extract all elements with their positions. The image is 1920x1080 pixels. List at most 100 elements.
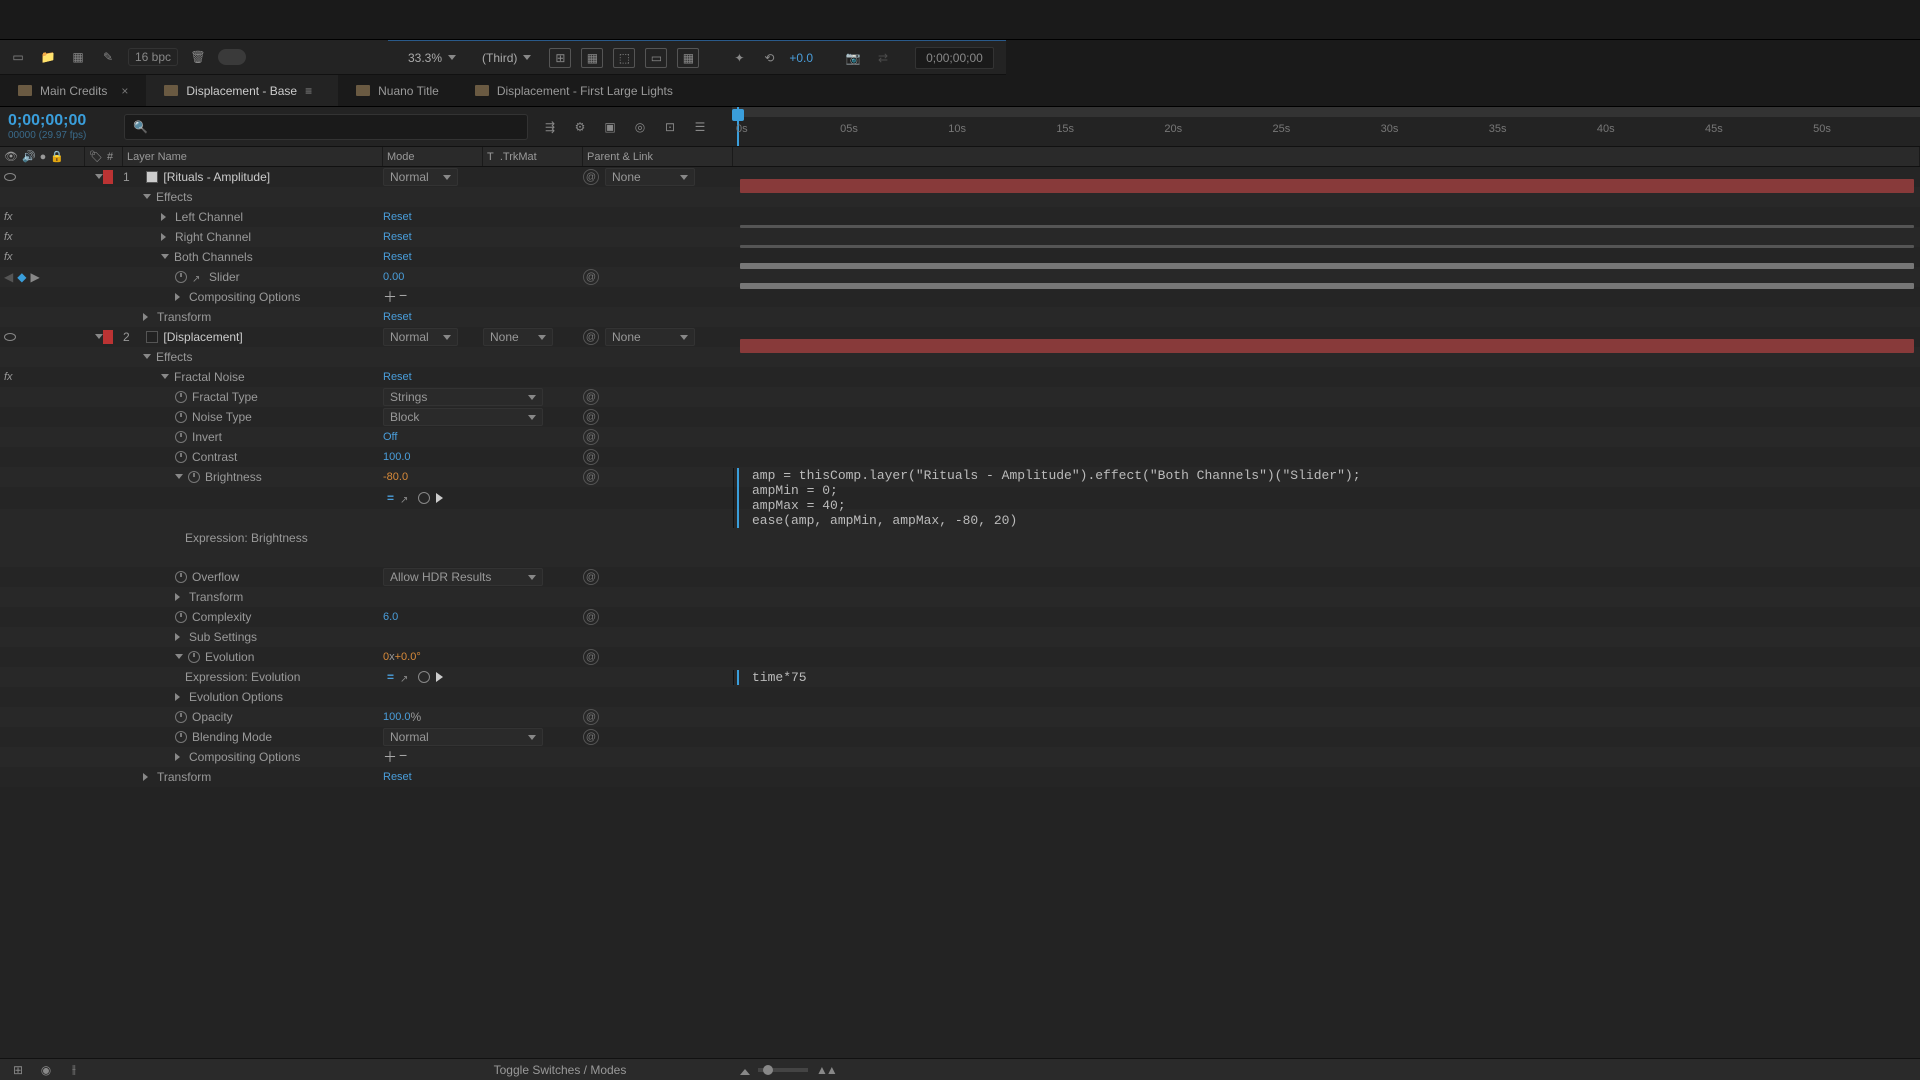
property-value[interactable]: 0.00: [383, 271, 404, 283]
twirl-icon[interactable]: [175, 633, 184, 641]
property-group[interactable]: Evolution Options: [189, 690, 283, 704]
twirl-icon[interactable]: [161, 213, 170, 221]
parent-dropdown[interactable]: None: [605, 168, 695, 186]
expression-code[interactable]: time*75: [740, 670, 807, 685]
twirl-icon[interactable]: [175, 753, 184, 761]
blend-mode-dropdown[interactable]: Normal: [383, 168, 458, 186]
prev-key-icon[interactable]: ◀: [4, 270, 13, 284]
pickwhip-icon[interactable]: @: [583, 269, 599, 285]
motion-blur-icon[interactable]: ⊡: [660, 117, 680, 137]
twirl-icon[interactable]: [143, 773, 152, 781]
toggle-modes-icon[interactable]: ◉: [36, 1060, 56, 1080]
twirl-icon[interactable]: [175, 693, 184, 701]
effect-name[interactable]: Fractal Noise: [174, 370, 245, 384]
twirl-icon[interactable]: [175, 293, 184, 301]
toggle-in-out-icon[interactable]: ⫲: [64, 1060, 84, 1080]
draft3d-icon[interactable]: ⚙: [570, 117, 590, 137]
mask-toggle-icon[interactable]: ⬚: [613, 48, 635, 68]
property-name[interactable]: Brightness: [205, 470, 262, 484]
overflow-dropdown[interactable]: Allow HDR Results: [383, 568, 543, 586]
reset-link[interactable]: Reset: [383, 251, 412, 263]
add-remove-buttons[interactable]: ＋−: [383, 747, 407, 767]
pickwhip-icon[interactable]: @: [583, 609, 599, 625]
stopwatch-icon[interactable]: [175, 391, 187, 403]
effects-group[interactable]: Effects: [156, 350, 192, 364]
stopwatch-icon[interactable]: [175, 451, 187, 463]
compositing-options[interactable]: Compositing Options: [189, 290, 300, 304]
expression-enable-icon[interactable]: =: [387, 670, 394, 684]
stopwatch-icon[interactable]: [175, 571, 187, 583]
twirl-icon[interactable]: [143, 354, 151, 363]
current-timecode[interactable]: 0;00;00;00: [8, 112, 112, 130]
reset-link[interactable]: Reset: [383, 311, 412, 323]
property-name[interactable]: Noise Type: [192, 410, 252, 424]
property-name[interactable]: Fractal Type: [192, 390, 258, 404]
stopwatch-icon[interactable]: [175, 611, 187, 623]
layer-color-chip[interactable]: [103, 170, 113, 184]
pickwhip-icon[interactable]: @: [583, 429, 599, 445]
noise-type-dropdown[interactable]: Block: [383, 408, 543, 426]
compositing-options[interactable]: Compositing Options: [189, 750, 300, 764]
tab-displacement-lights[interactable]: Displacement - First Large Lights: [457, 75, 691, 106]
grid-toggle-icon[interactable]: ⊞: [549, 48, 571, 68]
twirl-icon[interactable]: [143, 313, 152, 321]
property-name[interactable]: Blending Mode: [192, 730, 272, 744]
twirl-icon[interactable]: [161, 254, 169, 263]
reset-exposure-icon[interactable]: ⟲: [759, 48, 779, 68]
layer-color-chip[interactable]: [103, 330, 113, 344]
expression-value[interactable]: 0x+0.0°: [383, 651, 421, 663]
expression-graph-icon[interactable]: [400, 671, 412, 683]
tab-displacement-base[interactable]: Displacement - Base ≡: [146, 75, 338, 106]
layer-bar[interactable]: [740, 179, 1914, 193]
pickwhip-icon[interactable]: @: [583, 169, 599, 185]
zoom-in-icon[interactable]: ▲▲: [816, 1063, 836, 1077]
property-name[interactable]: Evolution: [205, 650, 254, 664]
toggle-switches-icon[interactable]: ⊞: [8, 1060, 28, 1080]
fractal-type-dropdown[interactable]: Strings: [383, 388, 543, 406]
toggle-switches-button[interactable]: Toggle Switches / Modes: [388, 1063, 732, 1077]
reset-link[interactable]: Reset: [383, 211, 412, 223]
color-depth[interactable]: 16 bpc: [128, 48, 178, 66]
fx-badge[interactable]: fx: [4, 231, 13, 243]
property-value[interactable]: Off: [383, 431, 397, 443]
expression-language-icon[interactable]: [436, 493, 448, 503]
twirl-icon[interactable]: [161, 374, 169, 383]
next-key-icon[interactable]: ▶: [30, 270, 39, 284]
property-value[interactable]: 100.0: [383, 451, 411, 463]
effect-name[interactable]: Both Channels: [174, 250, 253, 264]
expression-code[interactable]: amp = thisComp.layer("Rituals - Amplitud…: [740, 468, 1361, 528]
expression-graph-icon[interactable]: [400, 492, 412, 504]
pickwhip-icon[interactable]: @: [583, 329, 599, 345]
blend-mode-dropdown[interactable]: Normal: [383, 328, 458, 346]
transparency-icon[interactable]: ▦: [677, 48, 699, 68]
expression-pickwhip-icon[interactable]: [418, 671, 430, 683]
layer-bar[interactable]: [740, 339, 1914, 353]
property-name[interactable]: Opacity: [192, 710, 233, 724]
trkmat-dropdown[interactable]: None: [483, 328, 553, 346]
zoom-dropdown[interactable]: 33.3%: [400, 48, 464, 68]
effect-blend-dropdown[interactable]: Normal: [383, 728, 543, 746]
property-value[interactable]: 100.0: [383, 711, 411, 723]
layer-name[interactable]: [Rituals - Amplitude]: [163, 170, 270, 184]
frame-blend-icon[interactable]: ◎: [630, 117, 650, 137]
pickwhip-icon[interactable]: @: [583, 729, 599, 745]
twirl-icon[interactable]: [175, 654, 183, 663]
stopwatch-icon[interactable]: [188, 651, 200, 663]
reset-link[interactable]: Reset: [383, 371, 412, 383]
exposure-value[interactable]: +0.0: [789, 51, 813, 65]
timeline-search[interactable]: 🔍: [124, 114, 528, 140]
property-value[interactable]: 6.0: [383, 611, 398, 623]
stopwatch-icon[interactable]: [175, 411, 187, 423]
twirl-icon[interactable]: [143, 194, 151, 203]
visibility-toggle[interactable]: [4, 173, 16, 181]
tab-main-credits[interactable]: Main Credits ×: [0, 75, 146, 106]
twirl-icon[interactable]: [161, 233, 170, 241]
add-remove-buttons[interactable]: ＋−: [383, 287, 407, 307]
fx-badge[interactable]: fx: [4, 211, 13, 223]
pickwhip-icon[interactable]: @: [583, 469, 599, 485]
comp-flowchart-icon[interactable]: ⇶: [540, 117, 560, 137]
pickwhip-icon[interactable]: @: [583, 649, 599, 665]
visibility-toggle[interactable]: [4, 333, 16, 341]
fx-badge[interactable]: fx: [4, 371, 13, 383]
stopwatch-icon[interactable]: [175, 731, 187, 743]
